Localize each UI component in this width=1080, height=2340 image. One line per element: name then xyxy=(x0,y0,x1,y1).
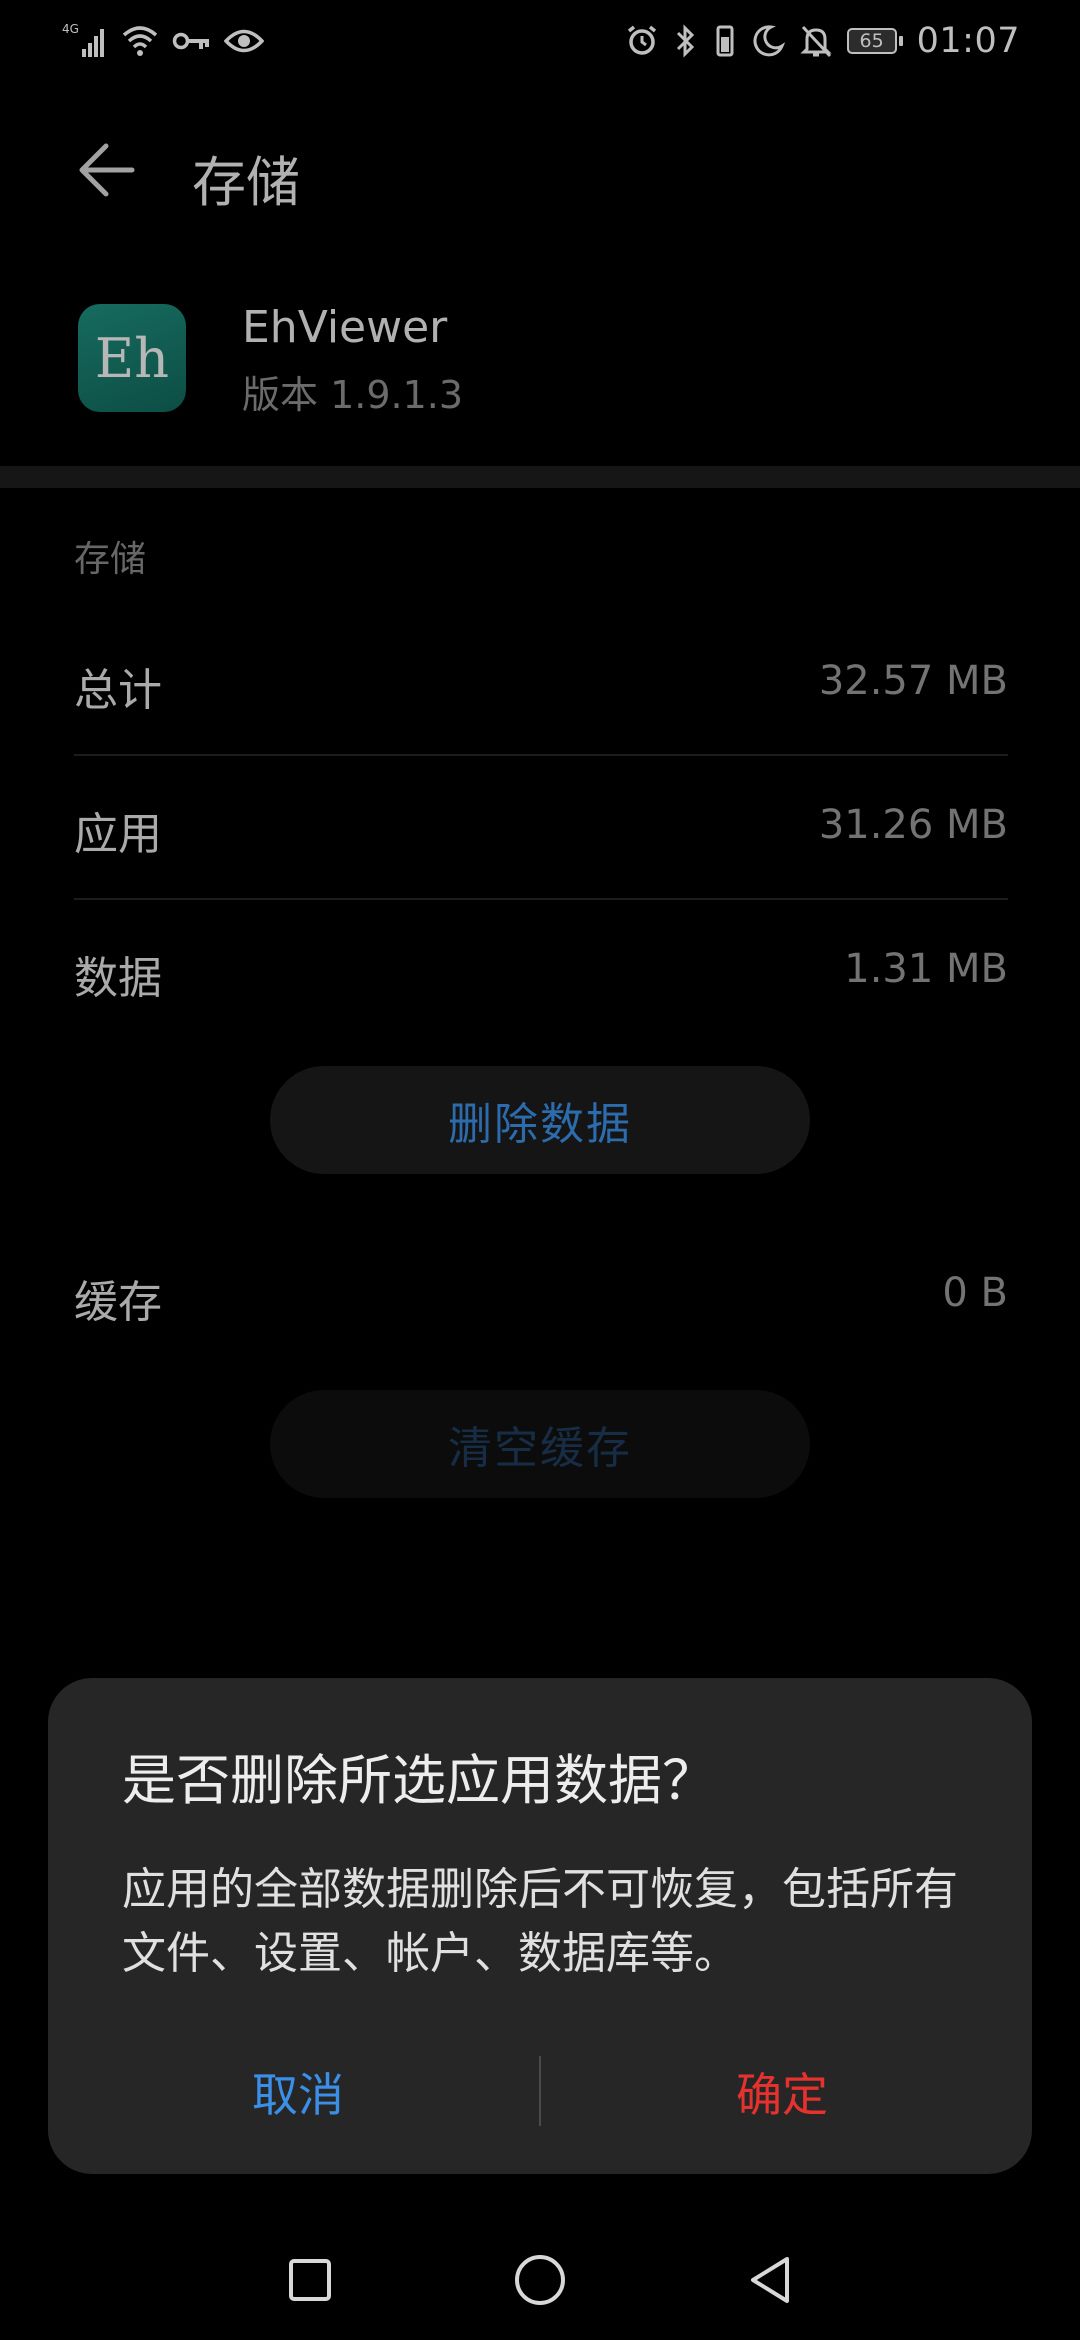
dialog-message: 应用的全部数据删除后不可恢复，包括所有文件、设置、帐户、数据库等。 xyxy=(122,1864,958,1979)
confirm-dialog: 是否删除所选应用数据？ 应用的全部数据删除后不可恢复，包括所有文件、设置、帐户、… xyxy=(48,1678,1032,2174)
nav-back-button[interactable] xyxy=(740,2250,800,2310)
home-button[interactable] xyxy=(510,2250,570,2310)
dialog-title: 是否删除所选应用数据？ xyxy=(122,1749,716,1812)
recents-button[interactable] xyxy=(280,2250,340,2310)
home-circle-icon xyxy=(515,2255,565,2305)
navigation-bar xyxy=(0,2220,1080,2340)
storage-screen: 4G 65 01:07 存储 Eh EhViewer 版本 1.9.1.3 存储… xyxy=(0,0,1080,2340)
dialog-button-divider xyxy=(539,2056,541,2126)
confirm-button[interactable]: 确定 xyxy=(552,2054,1012,2130)
cancel-button[interactable]: 取消 xyxy=(68,2054,528,2130)
recents-square-icon xyxy=(289,2259,331,2301)
back-triangle-icon xyxy=(751,2257,789,2303)
dialog-actions: 取消 确定 xyxy=(48,2054,1032,2130)
